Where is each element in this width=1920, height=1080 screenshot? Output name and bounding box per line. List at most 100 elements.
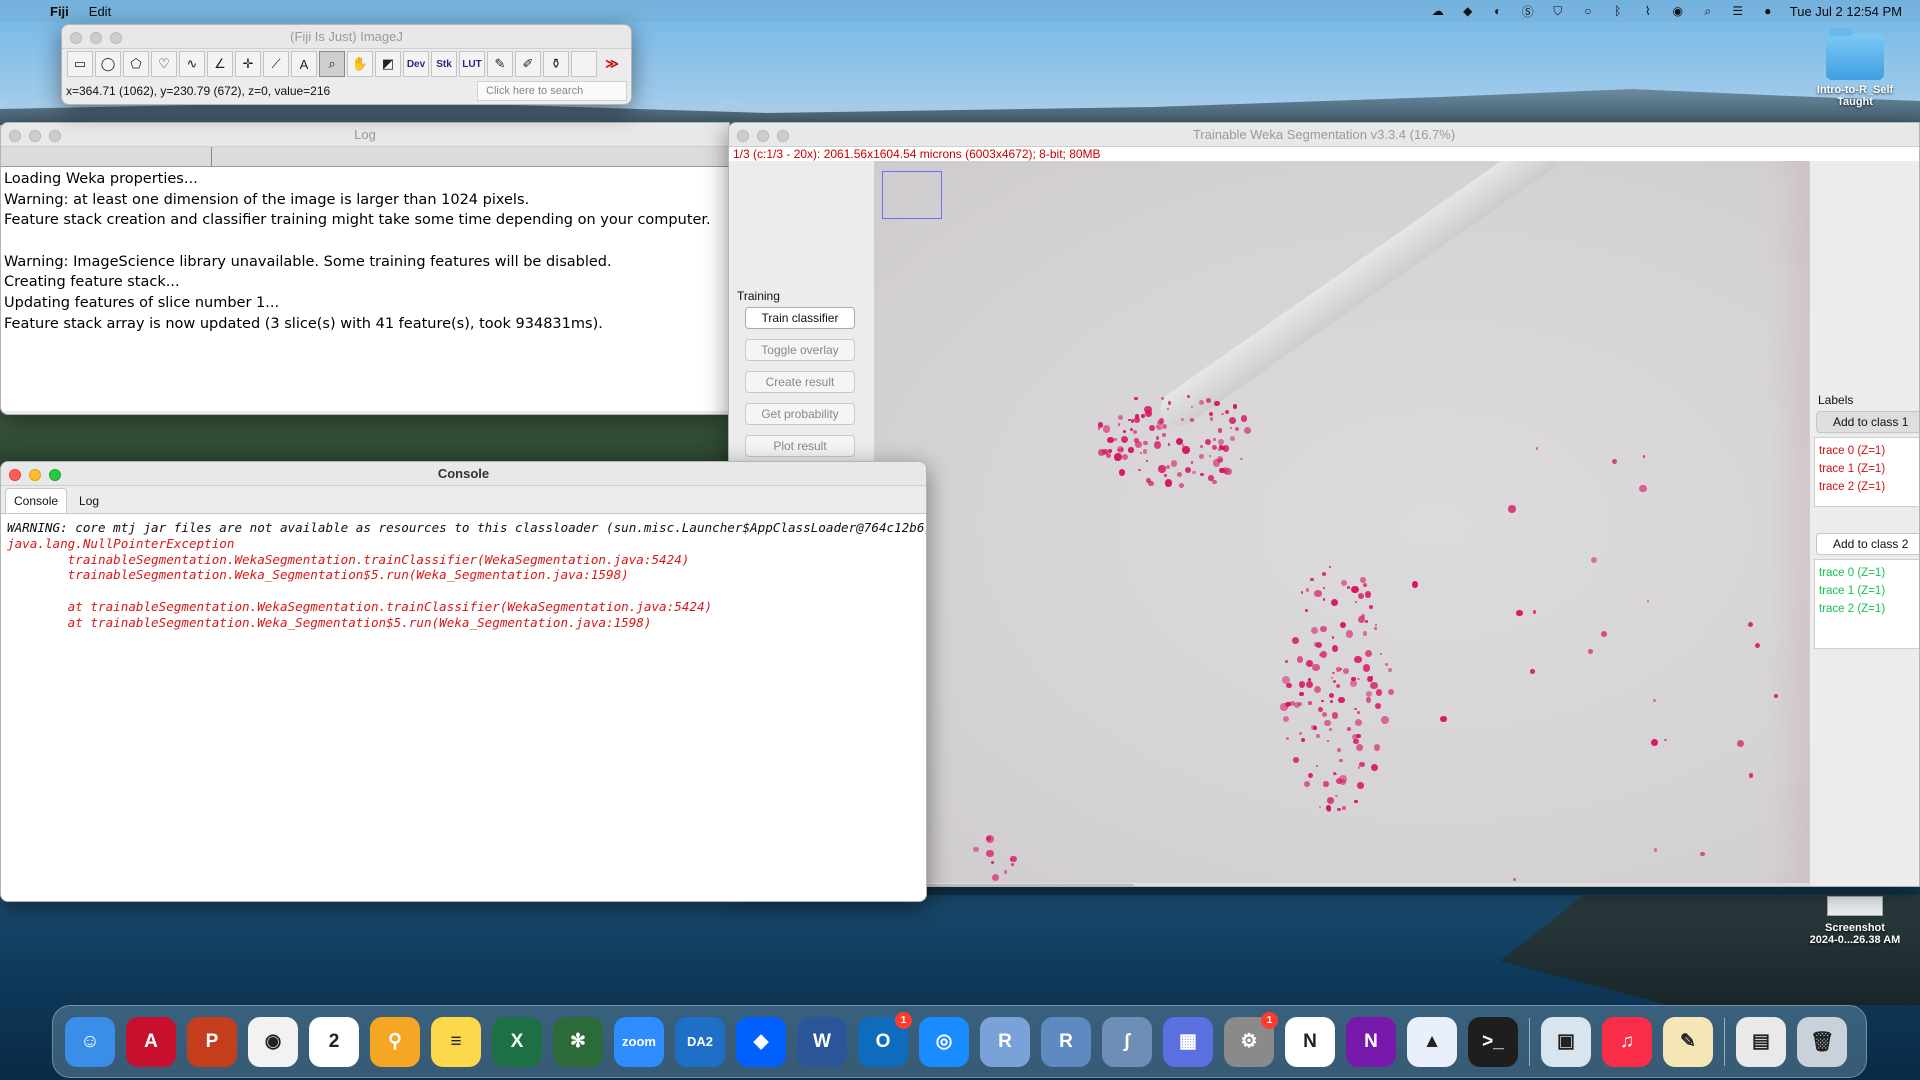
desktop-folder[interactable]: Intro-to-R_Self Taught <box>1800 28 1910 108</box>
safari-icon[interactable]: ◎ <box>919 1016 969 1067</box>
textedit-icon[interactable]: ✎ <box>1663 1016 1713 1067</box>
siri-icon[interactable]: ● <box>1760 4 1776 18</box>
add-to-class-2-button[interactable]: Add to class 2 <box>1816 533 1919 555</box>
trace-item[interactable]: trace 1 (Z=1) <box>1819 460 1917 478</box>
image-canvas[interactable] <box>874 161 1809 886</box>
horizontal-scrollbar[interactable] <box>874 883 1809 886</box>
terminal-icon[interactable]: >_ <box>1468 1016 1518 1067</box>
magnifier-tool-icon[interactable]: ⌕ <box>319 51 345 77</box>
trace-item[interactable]: trace 2 (Z=1) <box>1819 478 1917 496</box>
r-icon[interactable]: R <box>980 1016 1030 1067</box>
desktop-screenshot-file[interactable]: Screenshot 2024-0...26.38 AM <box>1795 896 1915 946</box>
onedrive-icon[interactable]: ◐ <box>1490 4 1506 18</box>
flood-fill-icon[interactable]: ⚱ <box>543 51 569 77</box>
pin-app-icon[interactable]: ⚲ <box>370 1016 420 1067</box>
minimize-icon[interactable] <box>29 469 41 481</box>
launchpad-icon[interactable]: ▦ <box>1163 1016 1213 1067</box>
documents-icon[interactable]: ▤ <box>1736 1016 1786 1067</box>
brush-tool-icon[interactable]: ✐ <box>515 51 541 77</box>
notion-icon[interactable]: N <box>1285 1016 1335 1067</box>
bluetooth-icon[interactable]: ᛒ <box>1610 4 1626 18</box>
line-tool-icon[interactable]: ∿ <box>179 51 205 77</box>
acrobat-icon[interactable]: A <box>126 1016 176 1067</box>
rstudio-icon[interactable]: R <box>1041 1016 1091 1067</box>
dropbox-icon[interactable]: ◆ <box>736 1016 786 1067</box>
spotlight-search-icon[interactable]: ⌕ <box>1700 4 1716 18</box>
user-icon[interactable]: ◉ <box>1670 4 1686 18</box>
get-probability-button[interactable]: Get probability <box>745 403 855 425</box>
close-icon[interactable] <box>9 130 21 142</box>
excel-icon[interactable]: X <box>492 1016 542 1067</box>
music-icon[interactable]: ♫ <box>1602 1016 1652 1067</box>
circle-icon[interactable]: ○ <box>1580 4 1596 18</box>
trash-icon[interactable]: 🗑 <box>1797 1016 1847 1067</box>
chrome-icon[interactable]: ◉ <box>248 1016 298 1067</box>
wand-tool-icon[interactable]: ⟋ <box>263 51 289 77</box>
angle-tool-icon[interactable]: ∠ <box>207 51 233 77</box>
system-settings-icon[interactable]: ⚙ 1 <box>1224 1011 1278 1067</box>
fiji-icon[interactable]: ∫ <box>1102 1016 1152 1067</box>
search-input[interactable]: Click here to search <box>477 81 627 101</box>
freehand-tool-icon[interactable]: ♡ <box>151 51 177 77</box>
log-titlebar[interactable]: Log <box>1 123 729 147</box>
finder-icon[interactable]: ☺ <box>65 1016 115 1067</box>
toggle-overlay-button[interactable]: Toggle overlay <box>745 339 855 361</box>
lut-menu-button[interactable]: LUT <box>459 51 485 77</box>
zoom-icon[interactable] <box>777 130 789 142</box>
stk-menu-button[interactable]: Stk <box>431 51 457 77</box>
tab-log[interactable]: Log <box>71 489 107 513</box>
trace-item[interactable]: trace 1 (Z=1) <box>1819 582 1917 600</box>
create-result-button[interactable]: Create result <box>745 371 855 393</box>
class-2-trace-list[interactable]: trace 0 (Z=1) trace 1 (Z=1) trace 2 (Z=1… <box>1814 559 1919 649</box>
shield-icon[interactable]: ⛉ <box>1550 4 1566 18</box>
console-titlebar[interactable]: Console <box>1 462 926 486</box>
blank-tool-slot[interactable] <box>571 51 597 77</box>
zoom-icon[interactable] <box>49 130 61 142</box>
calendar-icon[interactable]: 2 <box>309 1016 359 1067</box>
skype-icon[interactable]: Ⓢ <box>1520 4 1536 19</box>
dev-menu-button[interactable]: Dev <box>403 51 429 77</box>
console-output[interactable]: WARNING: core mtj jar files are not avai… <box>1 514 926 901</box>
minimize-icon[interactable] <box>29 130 41 142</box>
minimize-icon[interactable] <box>90 32 102 44</box>
drive-icon[interactable]: ▲ <box>1407 1016 1457 1067</box>
powerpoint-icon[interactable]: P <box>187 1016 237 1067</box>
rectangle-tool-icon[interactable]: ▭ <box>67 51 93 77</box>
da2-icon[interactable]: DA2 <box>675 1016 725 1067</box>
zoom-icon[interactable]: zoom <box>614 1016 664 1067</box>
log-text-area[interactable]: Loading Weka properties... Warning: at l… <box>1 167 729 411</box>
text-tool-icon[interactable]: A <box>291 51 317 77</box>
hand-tool-icon[interactable]: ✋ <box>347 51 373 77</box>
weka-titlebar[interactable]: Trainable Weka Segmentation v3.3.4 (16.7… <box>729 123 1919 147</box>
control-center-icon[interactable]: ☰ <box>1730 4 1746 18</box>
zoom-icon[interactable] <box>49 469 61 481</box>
color-picker-icon[interactable]: ◩ <box>375 51 401 77</box>
edit-menu[interactable]: Edit <box>79 4 121 19</box>
wifi-off-icon[interactable]: ⌇ <box>1640 4 1656 18</box>
minimize-icon[interactable] <box>757 130 769 142</box>
point-tool-icon[interactable]: ✛ <box>235 51 261 77</box>
molecule-app-icon[interactable]: ✻ <box>553 1016 603 1067</box>
add-to-class-1-button[interactable]: Add to class 1 <box>1816 411 1919 433</box>
trace-item[interactable]: trace 0 (Z=1) <box>1819 564 1917 582</box>
trace-item[interactable]: trace 0 (Z=1) <box>1819 442 1917 460</box>
more-tools-icon[interactable]: ≫ <box>599 51 625 77</box>
outlook-icon[interactable]: O1 <box>858 1011 912 1067</box>
menubar-clock[interactable]: Tue Jul 2 12:54 PM <box>1790 4 1902 19</box>
close-icon[interactable] <box>737 130 749 142</box>
train-classifier-button[interactable]: Train classifier <box>745 307 855 329</box>
oval-tool-icon[interactable]: ◯ <box>95 51 121 77</box>
zoom-icon[interactable] <box>110 32 122 44</box>
trace-item[interactable]: trace 2 (Z=1) <box>1819 600 1917 618</box>
creative-cloud-icon[interactable]: ☁ <box>1430 4 1446 18</box>
dropbox-icon[interactable]: ◆ <box>1460 4 1476 18</box>
word-icon[interactable]: W <box>797 1016 847 1067</box>
close-icon[interactable] <box>9 469 21 481</box>
notes-icon[interactable]: ≡ <box>431 1016 481 1067</box>
pencil-tool-icon[interactable]: ✎ <box>487 51 513 77</box>
preview-icon[interactable]: ▣ <box>1541 1016 1591 1067</box>
plot-result-button[interactable]: Plot result <box>745 435 855 457</box>
app-menu[interactable]: Fiji <box>40 4 79 19</box>
navigator-box[interactable] <box>882 171 942 219</box>
polygon-tool-icon[interactable]: ⬠ <box>123 51 149 77</box>
